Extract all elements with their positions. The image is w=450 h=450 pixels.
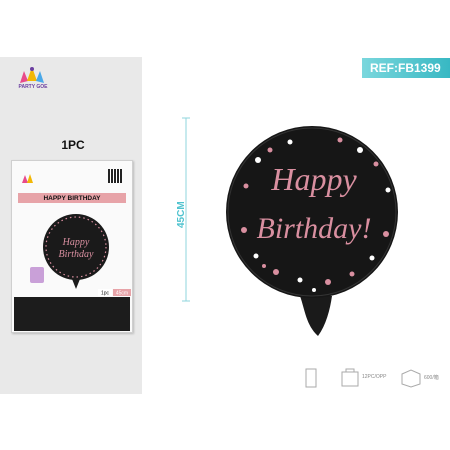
carton-icon [401, 369, 421, 388]
balloon-text-happy: Happy [270, 161, 357, 197]
balloon-text-birthday: Birthday! [257, 212, 372, 245]
dimension-box-icon [305, 368, 317, 388]
packaging-icons: 12PC/OPP 600/箱 [300, 366, 445, 392]
bag-icon [341, 368, 359, 387]
packing-label: 12PC/OPP [362, 374, 387, 380]
carton-label: 600/箱 [424, 375, 439, 381]
